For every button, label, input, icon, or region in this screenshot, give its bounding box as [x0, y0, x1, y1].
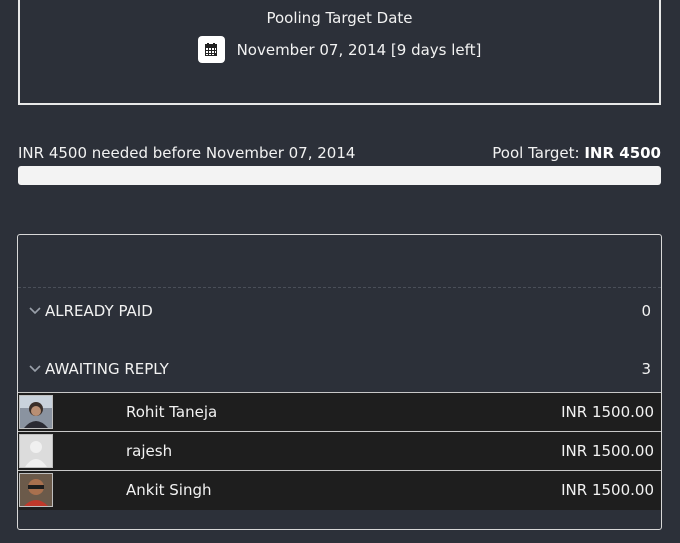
target-date-text: November 07, 2014 [9 days left] [236, 40, 482, 59]
calendar-icon[interactable] [197, 36, 225, 63]
amount-needed-text: INR 4500 needed before November 07, 2014 [18, 144, 356, 162]
avatar[interactable] [19, 473, 53, 507]
member-name: Rohit Taneja [126, 403, 218, 421]
member-row[interactable]: Ankit Singh INR 1500.00 [18, 470, 661, 510]
member-list: Rohit Taneja INR 1500.00 rajesh INR 1500… [18, 392, 661, 510]
pool-target-value: INR 4500 [584, 144, 661, 162]
pool-target-label: Pool Target: [492, 144, 580, 162]
member-row[interactable]: Rohit Taneja INR 1500.00 [18, 392, 661, 431]
section-already-paid[interactable]: ALREADY PAID 0 [18, 282, 661, 340]
avatar[interactable] [19, 395, 53, 429]
contributors-panel: ALREADY PAID 0 AWAITING REPLY 3 Rohit Ta… [17, 234, 662, 530]
section-awaiting-reply[interactable]: AWAITING REPLY 3 [18, 340, 661, 398]
member-row[interactable]: rajesh INR 1500.00 [18, 431, 661, 470]
member-amount: INR 1500.00 [561, 481, 654, 499]
pool-progress-bar [18, 166, 661, 185]
pool-target: Pool Target: INR 4500 [492, 144, 661, 162]
chevron-down-icon [29, 365, 43, 373]
section-count: 3 [641, 360, 651, 378]
member-name: rajesh [126, 442, 173, 460]
section-label: ALREADY PAID [45, 302, 153, 320]
chevron-down-icon [29, 307, 43, 315]
panel-header [18, 235, 661, 288]
avatar[interactable] [19, 434, 53, 468]
member-amount: INR 1500.00 [561, 403, 654, 421]
target-date-title: Pooling Target Date [266, 9, 413, 27]
member-name: Ankit Singh [126, 481, 212, 499]
target-date-box: Pooling Target Date November 07, 2014 [9… [18, 0, 661, 105]
target-date-row: November 07, 2014 [9 days left] [20, 36, 659, 63]
section-count: 0 [641, 302, 651, 320]
member-amount: INR 1500.00 [561, 442, 654, 460]
section-label: AWAITING REPLY [45, 360, 169, 378]
